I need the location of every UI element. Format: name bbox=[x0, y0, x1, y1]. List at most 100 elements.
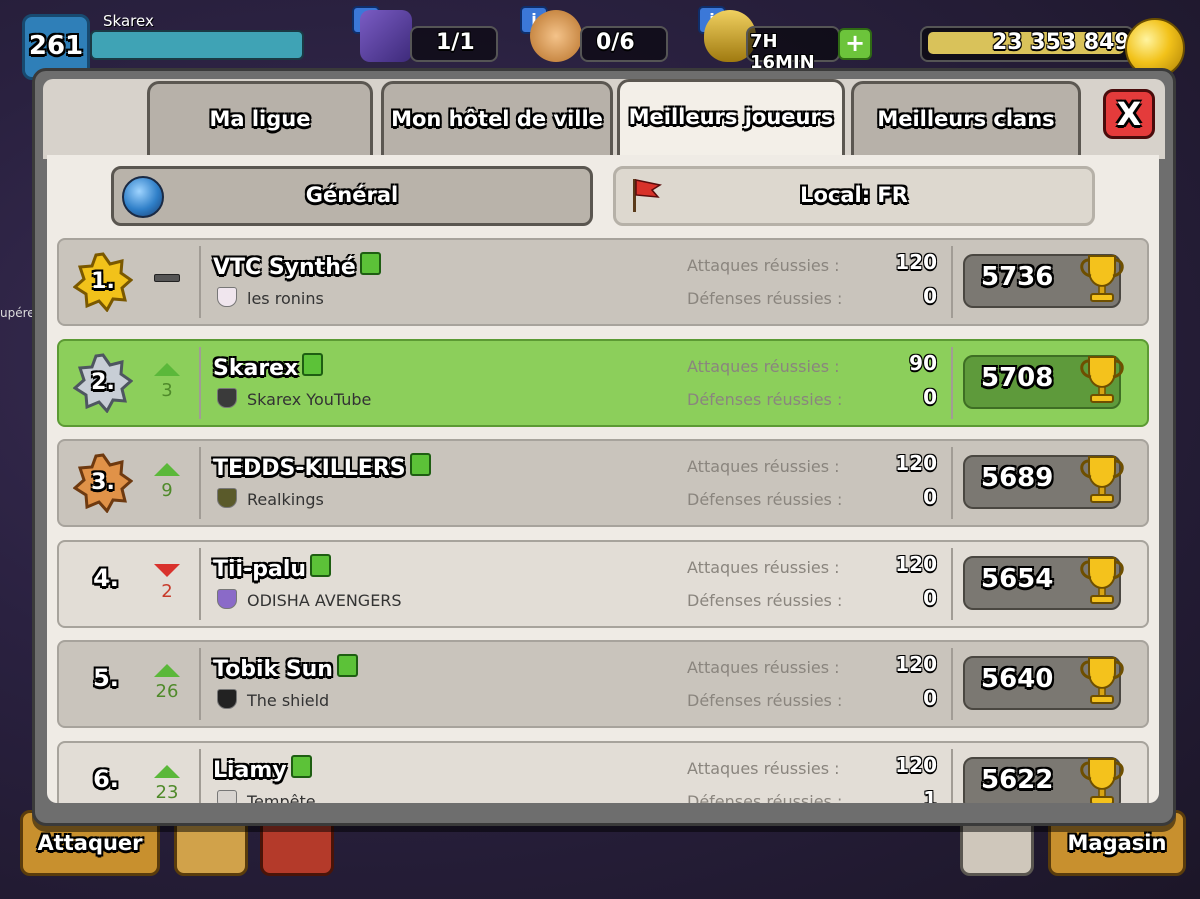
clan-name[interactable]: Tempête bbox=[217, 789, 316, 803]
trophy-icon bbox=[1080, 757, 1124, 803]
profile-note-icon bbox=[290, 754, 312, 778]
trophy-count-box: 5736 bbox=[963, 254, 1124, 308]
clan-badge-icon bbox=[217, 689, 237, 709]
rank-trend: 3 bbox=[149, 355, 185, 401]
player-row[interactable]: 3. 9 TEDDS-KILLERS Realkings Attaques réussi… bbox=[57, 439, 1149, 527]
divider bbox=[199, 447, 201, 519]
clan-name[interactable]: les ronins bbox=[217, 287, 324, 308]
rank-trend: 23 bbox=[149, 757, 185, 803]
player-name: Skarex bbox=[103, 12, 154, 30]
attacks-value: 120 bbox=[895, 451, 937, 475]
player-name-text: VTC Synthé bbox=[213, 255, 356, 280]
rank-number: 2. bbox=[91, 369, 115, 395]
tab-top-clans[interactable]: Meilleurs clans bbox=[851, 81, 1081, 160]
subtab-local[interactable]: Local: FR bbox=[613, 166, 1095, 226]
rank-badge: 3. bbox=[73, 453, 133, 513]
arrow-down-icon bbox=[154, 563, 180, 577]
arrow-up-icon bbox=[154, 764, 180, 778]
player-name-text: Liamy bbox=[213, 757, 287, 783]
clan-name[interactable]: ODISHA AVENGERS bbox=[217, 588, 402, 610]
divider bbox=[199, 748, 201, 803]
clan-name[interactable]: The shield bbox=[217, 689, 329, 710]
attacks-label: Attaques réussies : bbox=[687, 557, 840, 577]
player-name[interactable]: Tobik Sun bbox=[213, 654, 358, 682]
subtab-global-label: Général bbox=[305, 183, 399, 207]
rank-number: 4. bbox=[93, 563, 119, 592]
player-name-text: Skarex bbox=[213, 355, 299, 381]
tab-my-town-hall[interactable]: Mon hôtel de ville bbox=[381, 81, 613, 160]
trophy-count: 5640 bbox=[981, 664, 1054, 694]
shield-box: 7H 16MIN bbox=[746, 26, 840, 73]
trend-value: 3 bbox=[161, 379, 173, 401]
trophy-count: 5708 bbox=[981, 362, 1054, 393]
trophy-icon bbox=[1080, 355, 1124, 403]
trophy-count: 5654 bbox=[981, 563, 1054, 594]
attacks-label: Attaques réussies : bbox=[687, 256, 840, 275]
player-row[interactable]: 1. VTC Synthé les ronins Attaques réussies … bbox=[57, 238, 1149, 326]
no-change-icon bbox=[154, 274, 180, 282]
player-name-text: Tii-palu bbox=[213, 556, 307, 582]
trend-value: 23 bbox=[155, 781, 179, 803]
clan-name-text: ODISHA AVENGERS bbox=[247, 590, 402, 610]
player-row[interactable]: 4. 2 Tii-palu ODISHA AVENGERS Attaques réuss… bbox=[57, 539, 1149, 628]
clan-badge-icon bbox=[217, 789, 237, 803]
rank-trend bbox=[149, 254, 185, 282]
clan-name-text: The shield bbox=[247, 691, 330, 710]
trophy-count-box: 5708 bbox=[963, 354, 1124, 409]
attacks-value: 90 bbox=[909, 350, 937, 375]
subtab-global[interactable]: Général bbox=[111, 166, 593, 226]
tab-top-players[interactable]: Meilleurs joueurs bbox=[617, 79, 845, 162]
tab-my-league[interactable]: Ma ligue bbox=[147, 81, 373, 160]
attacks-value: 120 bbox=[895, 551, 937, 576]
arrow-up-icon bbox=[154, 463, 180, 476]
player-name[interactable]: Tii-palu bbox=[213, 553, 332, 582]
divider bbox=[951, 246, 953, 318]
trophy-count: 5689 bbox=[981, 463, 1054, 493]
profile-note-icon bbox=[302, 352, 324, 376]
trophy-icon bbox=[1080, 255, 1124, 302]
defenses-label: Défenses réussies : bbox=[687, 791, 843, 804]
defenses-value: 0 bbox=[923, 485, 937, 509]
top-hud: 261 Skarex i 1/1 i 0/6 i 7H 16MIN + 23 3… bbox=[0, 0, 1200, 80]
trend-value: 2 bbox=[161, 580, 173, 602]
clan-name[interactable]: Realkings bbox=[217, 488, 324, 509]
divider bbox=[199, 246, 201, 318]
defenses-value: 0 bbox=[923, 585, 937, 610]
clan-name[interactable]: Skarex YouTube bbox=[217, 387, 371, 409]
clan-name-text: les ronins bbox=[247, 289, 324, 308]
player-name[interactable]: VTC Synthé bbox=[213, 252, 381, 280]
rank-number: 6. bbox=[93, 764, 119, 793]
profile-note-icon bbox=[336, 654, 358, 677]
attacks-value: 120 bbox=[895, 652, 937, 676]
defenses-label: Défenses réussies : bbox=[687, 590, 843, 610]
clan-badge-icon bbox=[217, 588, 237, 609]
rank-badge: 1. bbox=[73, 252, 133, 312]
troops-box: 0/6 bbox=[580, 26, 668, 62]
player-name[interactable]: TEDDS-KILLERS bbox=[213, 453, 431, 481]
player-row[interactable]: 2. 3 Skarex Skarex YouTube Attaques réussies… bbox=[57, 338, 1149, 427]
subtab-local-label: Local: FR bbox=[800, 183, 908, 207]
divider bbox=[951, 346, 953, 419]
player-row[interactable]: 5. 26 Tobik Sun The shield Attaques réussies… bbox=[57, 640, 1149, 728]
rank-trend: 26 bbox=[149, 656, 185, 702]
shield-time: 7H 16MIN bbox=[750, 31, 815, 73]
shield-plus-button[interactable]: + bbox=[838, 28, 872, 60]
profile-note-icon bbox=[409, 453, 431, 476]
defenses-label: Défenses réussies : bbox=[687, 490, 843, 509]
divider bbox=[951, 547, 953, 620]
player-name[interactable]: Skarex bbox=[213, 352, 324, 381]
defenses-value: 1 bbox=[923, 786, 937, 804]
player-name[interactable]: Liamy bbox=[213, 754, 312, 783]
clan-badge-icon bbox=[217, 488, 237, 508]
trend-value: 9 bbox=[161, 480, 173, 501]
divider bbox=[951, 748, 953, 803]
trophy-icon bbox=[1080, 657, 1124, 704]
attacks-label: Attaques réussies : bbox=[687, 457, 840, 476]
globe-icon bbox=[122, 176, 164, 218]
gold-amount: 23 353 849 bbox=[992, 30, 1130, 55]
rank-trend: 2 bbox=[149, 556, 185, 602]
experience-bar bbox=[90, 30, 304, 60]
trophy-icon bbox=[1080, 456, 1124, 503]
close-button[interactable]: X bbox=[1103, 89, 1155, 139]
player-row[interactable]: 6. 23 Liamy Tempête Attaques réussies : 120 Dé… bbox=[57, 740, 1149, 804]
